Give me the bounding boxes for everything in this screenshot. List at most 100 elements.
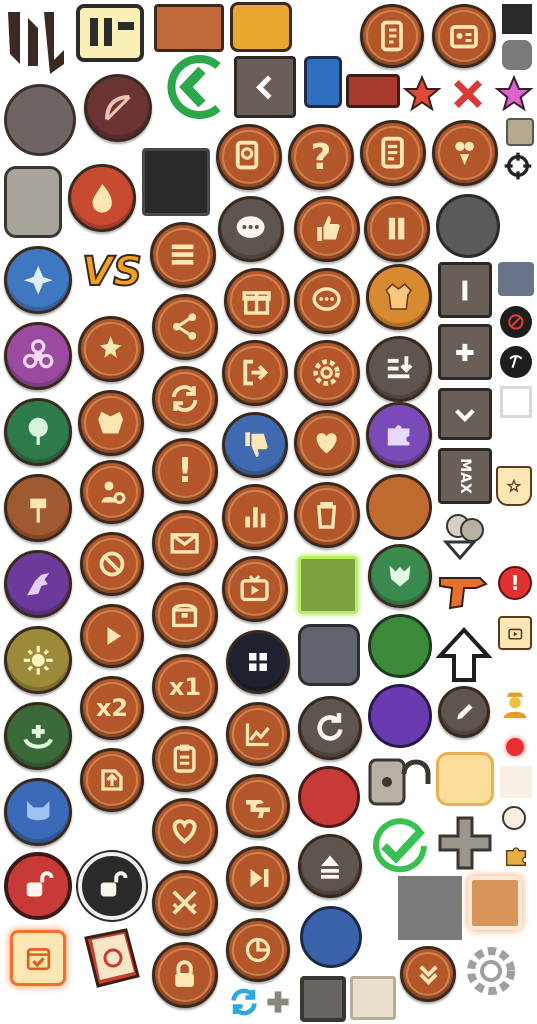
grey-circle-icon [4,84,76,156]
back-chevron-icon[interactable] [234,56,296,118]
crosshair-icon[interactable] [502,150,534,182]
no-ads-icon[interactable] [500,306,532,338]
crossed-swords-icon[interactable] [152,870,218,936]
tv-icon[interactable] [222,556,288,622]
chest-icon[interactable] [152,582,218,648]
dark-square-icon [502,4,532,34]
slate-button-icon [498,262,534,296]
share-icon[interactable] [152,294,218,360]
sun-emblem-icon[interactable] [4,626,72,694]
chat-bubble-icon[interactable] [294,268,360,334]
lock-dark-icon[interactable] [78,852,146,920]
calendar-icon[interactable] [10,930,66,986]
white-frame-icon [500,386,532,418]
search-doc-icon[interactable] [216,124,282,190]
chest-armor-icon[interactable] [78,390,144,456]
exclamation-icon[interactable]: ! [152,438,218,504]
book-icon[interactable] [78,926,146,992]
skip-icon[interactable] [226,846,290,910]
back-arrow-green-icon[interactable] [156,52,232,122]
wolf-emblem-icon[interactable] [368,544,432,608]
download-list-icon[interactable] [366,336,432,402]
gear-outline-icon[interactable] [462,942,520,1000]
gun-icon[interactable] [436,570,490,614]
grid-menu-icon[interactable] [226,630,290,694]
pie-chart-icon[interactable] [226,918,290,982]
yellow-tab-icon [230,2,292,52]
hero-pick-icon[interactable] [432,120,498,186]
demon-mask-icon[interactable] [4,778,72,846]
pickaxe-icon[interactable] [500,346,532,378]
trend-chart-icon[interactable] [226,702,290,766]
heart-icon[interactable] [152,798,218,864]
minus-icon[interactable] [438,262,492,318]
padlock-grey-icon[interactable] [366,752,432,808]
plus-icon[interactable] [438,324,492,380]
double-chevron-icon[interactable] [400,946,456,1002]
chevron-down-icon[interactable] [438,388,492,440]
trash-icon[interactable] [294,482,360,548]
guns-icon[interactable] [226,774,290,838]
max-icon[interactable]: MAX [438,448,492,504]
cycle-icon[interactable] [226,984,262,1020]
cream-button-icon[interactable] [436,752,494,806]
notebook-icon[interactable] [360,4,424,68]
red-x-icon[interactable] [448,74,488,114]
add-user-icon[interactable] [80,460,144,524]
puzzle-icon[interactable] [366,402,432,468]
tv-ad-icon[interactable] [498,616,532,650]
pause-icon[interactable] [364,196,430,262]
x1-icon[interactable]: x1 [152,654,218,720]
ban-icon[interactable] [80,532,144,596]
small-plus-icon[interactable] [262,986,294,1018]
thumbs-down-icon[interactable] [222,412,288,478]
fire-icon[interactable] [68,164,136,232]
alert-icon[interactable]: ! [498,566,532,600]
grey-square-large-icon [398,876,462,940]
x2-icon[interactable]: x2 [80,676,144,740]
grey-plus-icon[interactable] [436,814,494,872]
replay-icon[interactable] [298,696,362,760]
swap-arrows-icon[interactable] [2,4,70,76]
heart-share-icon[interactable] [294,410,360,476]
blue-tab-icon [304,56,342,108]
chat-icon[interactable] [218,196,284,262]
hammer-icon[interactable] [4,474,72,542]
beige-square-icon [350,976,396,1020]
grey-tile-icon[interactable] [300,976,346,1022]
claw-icon[interactable] [4,550,72,618]
battery-icon[interactable] [76,4,144,62]
pencil-icon[interactable] [438,686,490,738]
bar-chart-icon[interactable] [222,484,288,550]
question-icon[interactable]: ? [288,124,354,190]
lock-icon[interactable] [152,942,218,1008]
settings-gear-icon[interactable] [294,340,360,406]
play-icon[interactable] [80,604,144,668]
list-doc-icon[interactable] [360,120,426,186]
refresh-arrows-icon[interactable] [152,366,218,432]
clipboard-icon[interactable] [152,726,218,792]
biohazard-icon[interactable] [4,322,72,390]
logout-icon[interactable] [222,340,288,406]
grey-square-icon [506,118,534,146]
up-arrow-icon[interactable] [435,626,493,684]
heal-icon[interactable] [4,702,72,770]
tree-icon[interactable] [4,398,72,466]
heal-circle-icon[interactable] [78,316,144,382]
versus-icon: VS [81,248,143,296]
mail-icon[interactable] [152,510,218,576]
jacket-icon[interactable] [366,264,432,330]
id-card-icon[interactable] [432,4,496,68]
check-icon[interactable] [368,818,432,876]
bow-icon[interactable] [84,74,152,142]
green-circle-icon [368,614,432,678]
blue-spirit-icon[interactable] [4,246,72,314]
lock-red-icon[interactable] [4,852,72,920]
menu-icon[interactable] [150,222,216,288]
gift-icon[interactable] [224,268,290,334]
eject-icon[interactable] [298,834,362,898]
upgrade-icon[interactable] [80,748,144,812]
grey-button-icon[interactable] [4,166,62,238]
green-frame-icon [298,556,358,614]
thumbs-up-icon[interactable] [294,196,360,262]
